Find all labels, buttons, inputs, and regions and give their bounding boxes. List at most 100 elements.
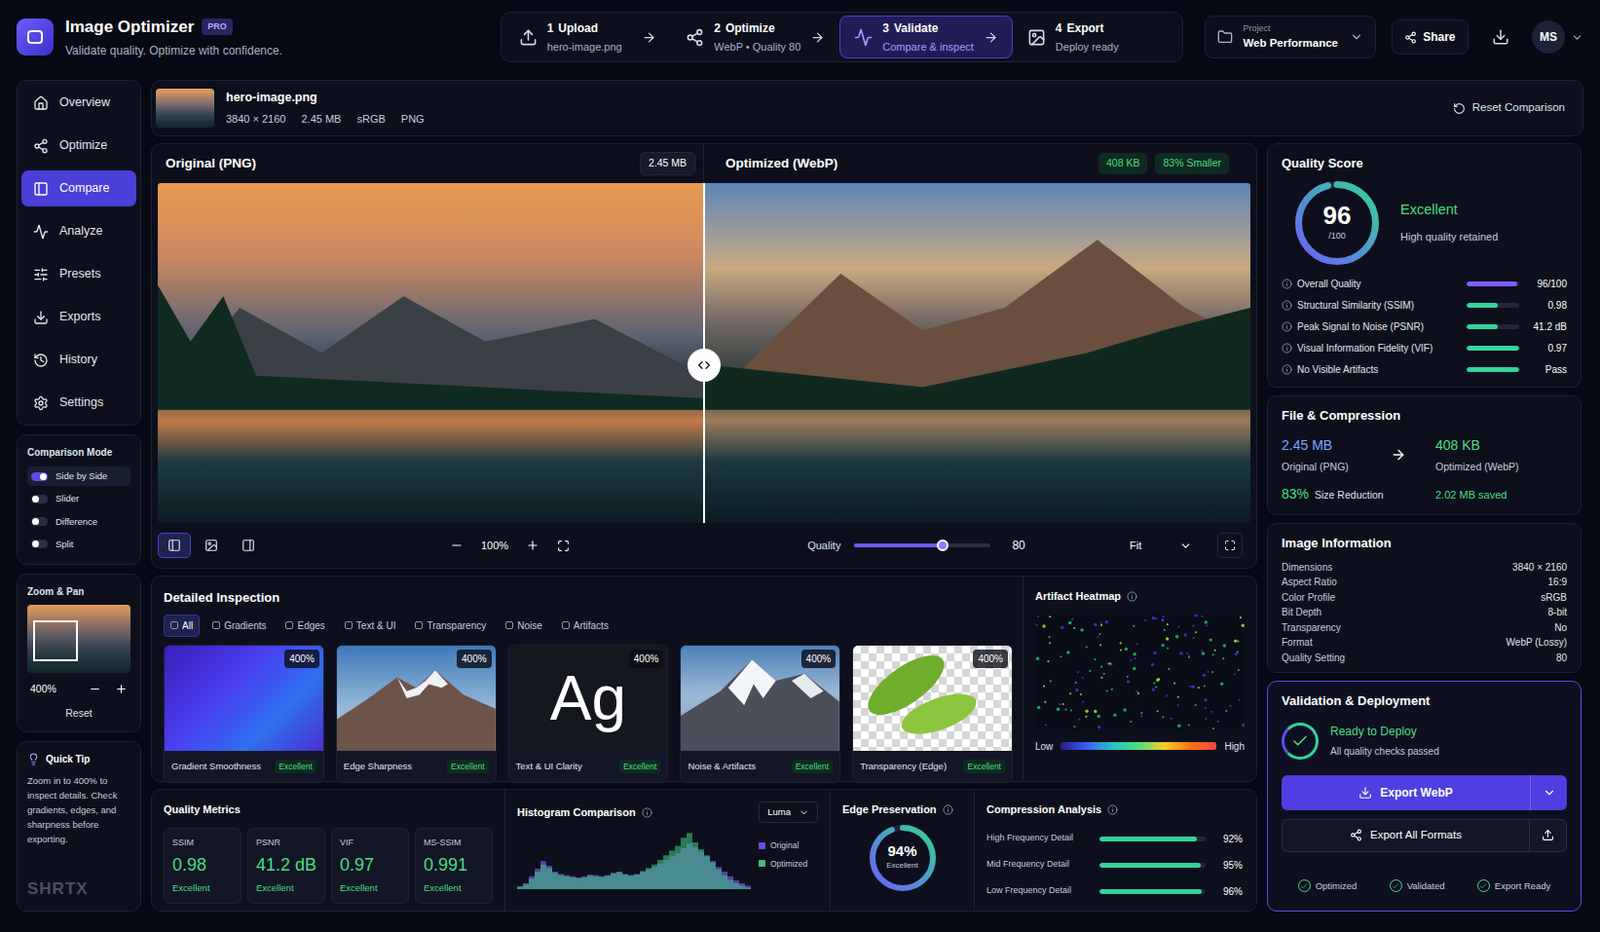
export-webp-button[interactable]: Export WebP xyxy=(1281,775,1567,811)
compression-bar xyxy=(1099,836,1206,842)
zoom-in-icon[interactable] xyxy=(525,538,540,553)
view-button[interactable] xyxy=(231,532,265,559)
inspection-tab[interactable]: Text & UI xyxy=(337,614,404,637)
sidebar-item[interactable]: History xyxy=(21,341,137,378)
mode-option[interactable]: Split xyxy=(27,534,131,555)
inspection-panel: Detailed InspectionAllGradientsEdgesText… xyxy=(150,575,1258,782)
fit-icon[interactable] xyxy=(557,539,570,553)
step[interactable]: 4ExportDeploy ready xyxy=(1012,15,1181,59)
inspection-card[interactable]: 400%Noise & ArtifactsExcellent xyxy=(679,644,841,784)
sidebar-item[interactable]: Compare xyxy=(21,170,137,207)
compression-row: Mid Frequency Detail95% xyxy=(986,857,1243,873)
file-meta: PNG xyxy=(401,111,425,128)
histogram-bar xyxy=(552,872,559,890)
inspection-tab[interactable]: Artifacts xyxy=(555,614,616,637)
comparison-image[interactable] xyxy=(157,183,1251,523)
compression-row: Low Frequency Detail96% xyxy=(986,884,1243,899)
view-button[interactable] xyxy=(194,532,228,559)
lightbulb-icon xyxy=(27,752,40,766)
fit-select[interactable]: Fit xyxy=(1129,537,1192,555)
histogram-bar xyxy=(733,880,740,890)
mode-option[interactable]: Slider xyxy=(27,488,131,509)
body: Overview Optimize Compare Analyze Presets Exp… xyxy=(0,74,1600,932)
inspection-cards: 400%Gradient SmoothnessExcellent400%Edge… xyxy=(163,644,1013,784)
histogram-bar xyxy=(727,876,734,890)
check-icon xyxy=(1300,882,1308,891)
original-title: Original (PNG) xyxy=(165,153,257,174)
comparison-mode-panel: Comparison ModeSide by SideSliderDiffere… xyxy=(16,434,142,565)
plus-icon[interactable] xyxy=(114,682,128,696)
mode-option[interactable]: Difference xyxy=(27,512,131,532)
edge-ring: 94%Excellent xyxy=(869,824,936,892)
nav-icon xyxy=(33,95,49,112)
zoom-out-icon[interactable] xyxy=(449,538,464,553)
compression-analysis: Compression AnalysisHigh Frequency Detai… xyxy=(973,789,1257,911)
histogram-bar xyxy=(698,849,705,890)
inspection-card[interactable]: 400%Gradient SmoothnessExcellent xyxy=(163,644,325,784)
sidebar-item[interactable]: Overview xyxy=(21,84,137,121)
histogram-bar xyxy=(704,855,710,890)
histogram-bar xyxy=(639,871,646,890)
share-button[interactable]: Share xyxy=(1391,19,1468,55)
sidebar-item[interactable]: Optimize xyxy=(21,127,137,164)
score-row: Overall Quality96/100 xyxy=(1281,276,1567,292)
inspection-card[interactable]: 400%Transparency (Edge)Excellent xyxy=(852,644,1013,784)
download-button[interactable] xyxy=(1484,19,1519,55)
rating-badge: Excellent xyxy=(963,759,1005,775)
mode-toggle xyxy=(31,494,48,504)
histogram-bar xyxy=(744,886,751,891)
original-photo xyxy=(157,183,705,523)
share-export-button[interactable] xyxy=(1528,819,1566,852)
view-button[interactable] xyxy=(157,532,191,559)
histogram-bar xyxy=(593,875,599,890)
legend-item: Original xyxy=(758,839,808,853)
sidebar-item[interactable]: Exports xyxy=(21,298,137,335)
fullscreen-button[interactable] xyxy=(1217,532,1243,559)
histogram-bar xyxy=(709,862,716,891)
divider-handle[interactable] xyxy=(687,348,721,382)
histogram-bar xyxy=(598,876,605,890)
inspection-card[interactable]: 400%Edge SharpnessExcellent xyxy=(335,644,497,784)
inspection-tab[interactable]: Noise xyxy=(498,614,550,637)
project-select[interactable]: ProjectWeb Performance xyxy=(1204,15,1377,59)
sidebar-item[interactable]: Settings xyxy=(21,384,137,421)
score-bar xyxy=(1466,367,1520,373)
original-size: 2.45 MB xyxy=(639,151,696,176)
export-all-button[interactable]: Export All Formats xyxy=(1281,818,1567,853)
mode-option[interactable]: Side by Side xyxy=(27,466,131,486)
histogram-bar xyxy=(616,872,623,890)
avatar[interactable]: MS xyxy=(1531,20,1584,54)
histogram-bar xyxy=(622,874,629,891)
step-icon xyxy=(1027,28,1046,47)
info-icon xyxy=(1126,591,1138,602)
channel-select[interactable]: Luma xyxy=(758,801,819,823)
zoom-reset-button[interactable]: Reset xyxy=(27,706,131,722)
inspection-tab[interactable]: All xyxy=(163,614,200,637)
nav-icon xyxy=(33,395,49,411)
nav-icon xyxy=(33,352,49,369)
step[interactable]: 1Uploadhero-image.png xyxy=(504,15,672,59)
file-meta: 3840 × 2160 xyxy=(225,111,286,128)
inspection-tab[interactable]: Gradients xyxy=(205,614,273,637)
zoom-thumbnail[interactable] xyxy=(27,604,131,673)
reset-comparison-button[interactable]: Reset Comparison xyxy=(1452,99,1565,116)
export-options-button[interactable] xyxy=(1529,775,1567,811)
histogram-chart xyxy=(517,828,751,890)
download-icon xyxy=(1358,785,1373,800)
inspection-tab[interactable]: Edges xyxy=(278,614,332,637)
sidebar-item[interactable]: Analyze xyxy=(21,213,137,250)
validation-card: Validation & DeploymentReady to DeployAl… xyxy=(1266,680,1582,912)
slider-thumb[interactable] xyxy=(936,539,949,552)
step[interactable]: 3ValidateCompare & inspect xyxy=(839,15,1013,59)
minus-icon[interactable] xyxy=(88,682,102,696)
quality-slider[interactable] xyxy=(854,543,991,548)
check-icon xyxy=(1479,882,1488,891)
file-bar: hero-image.png3840 × 21602.45 MBsRGBPNGR… xyxy=(150,79,1584,137)
inspection-tab[interactable]: Transparency xyxy=(408,614,493,637)
zoom-viewport[interactable] xyxy=(33,620,78,662)
sidebar-item[interactable]: Presets xyxy=(21,256,137,293)
nav-icon xyxy=(33,138,49,154)
step[interactable]: 2OptimizeWebP • Quality 80 xyxy=(670,15,840,59)
check-icon xyxy=(1291,732,1309,750)
inspection-card[interactable]: Ag400%Text & UI ClarityExcellent xyxy=(508,644,670,784)
